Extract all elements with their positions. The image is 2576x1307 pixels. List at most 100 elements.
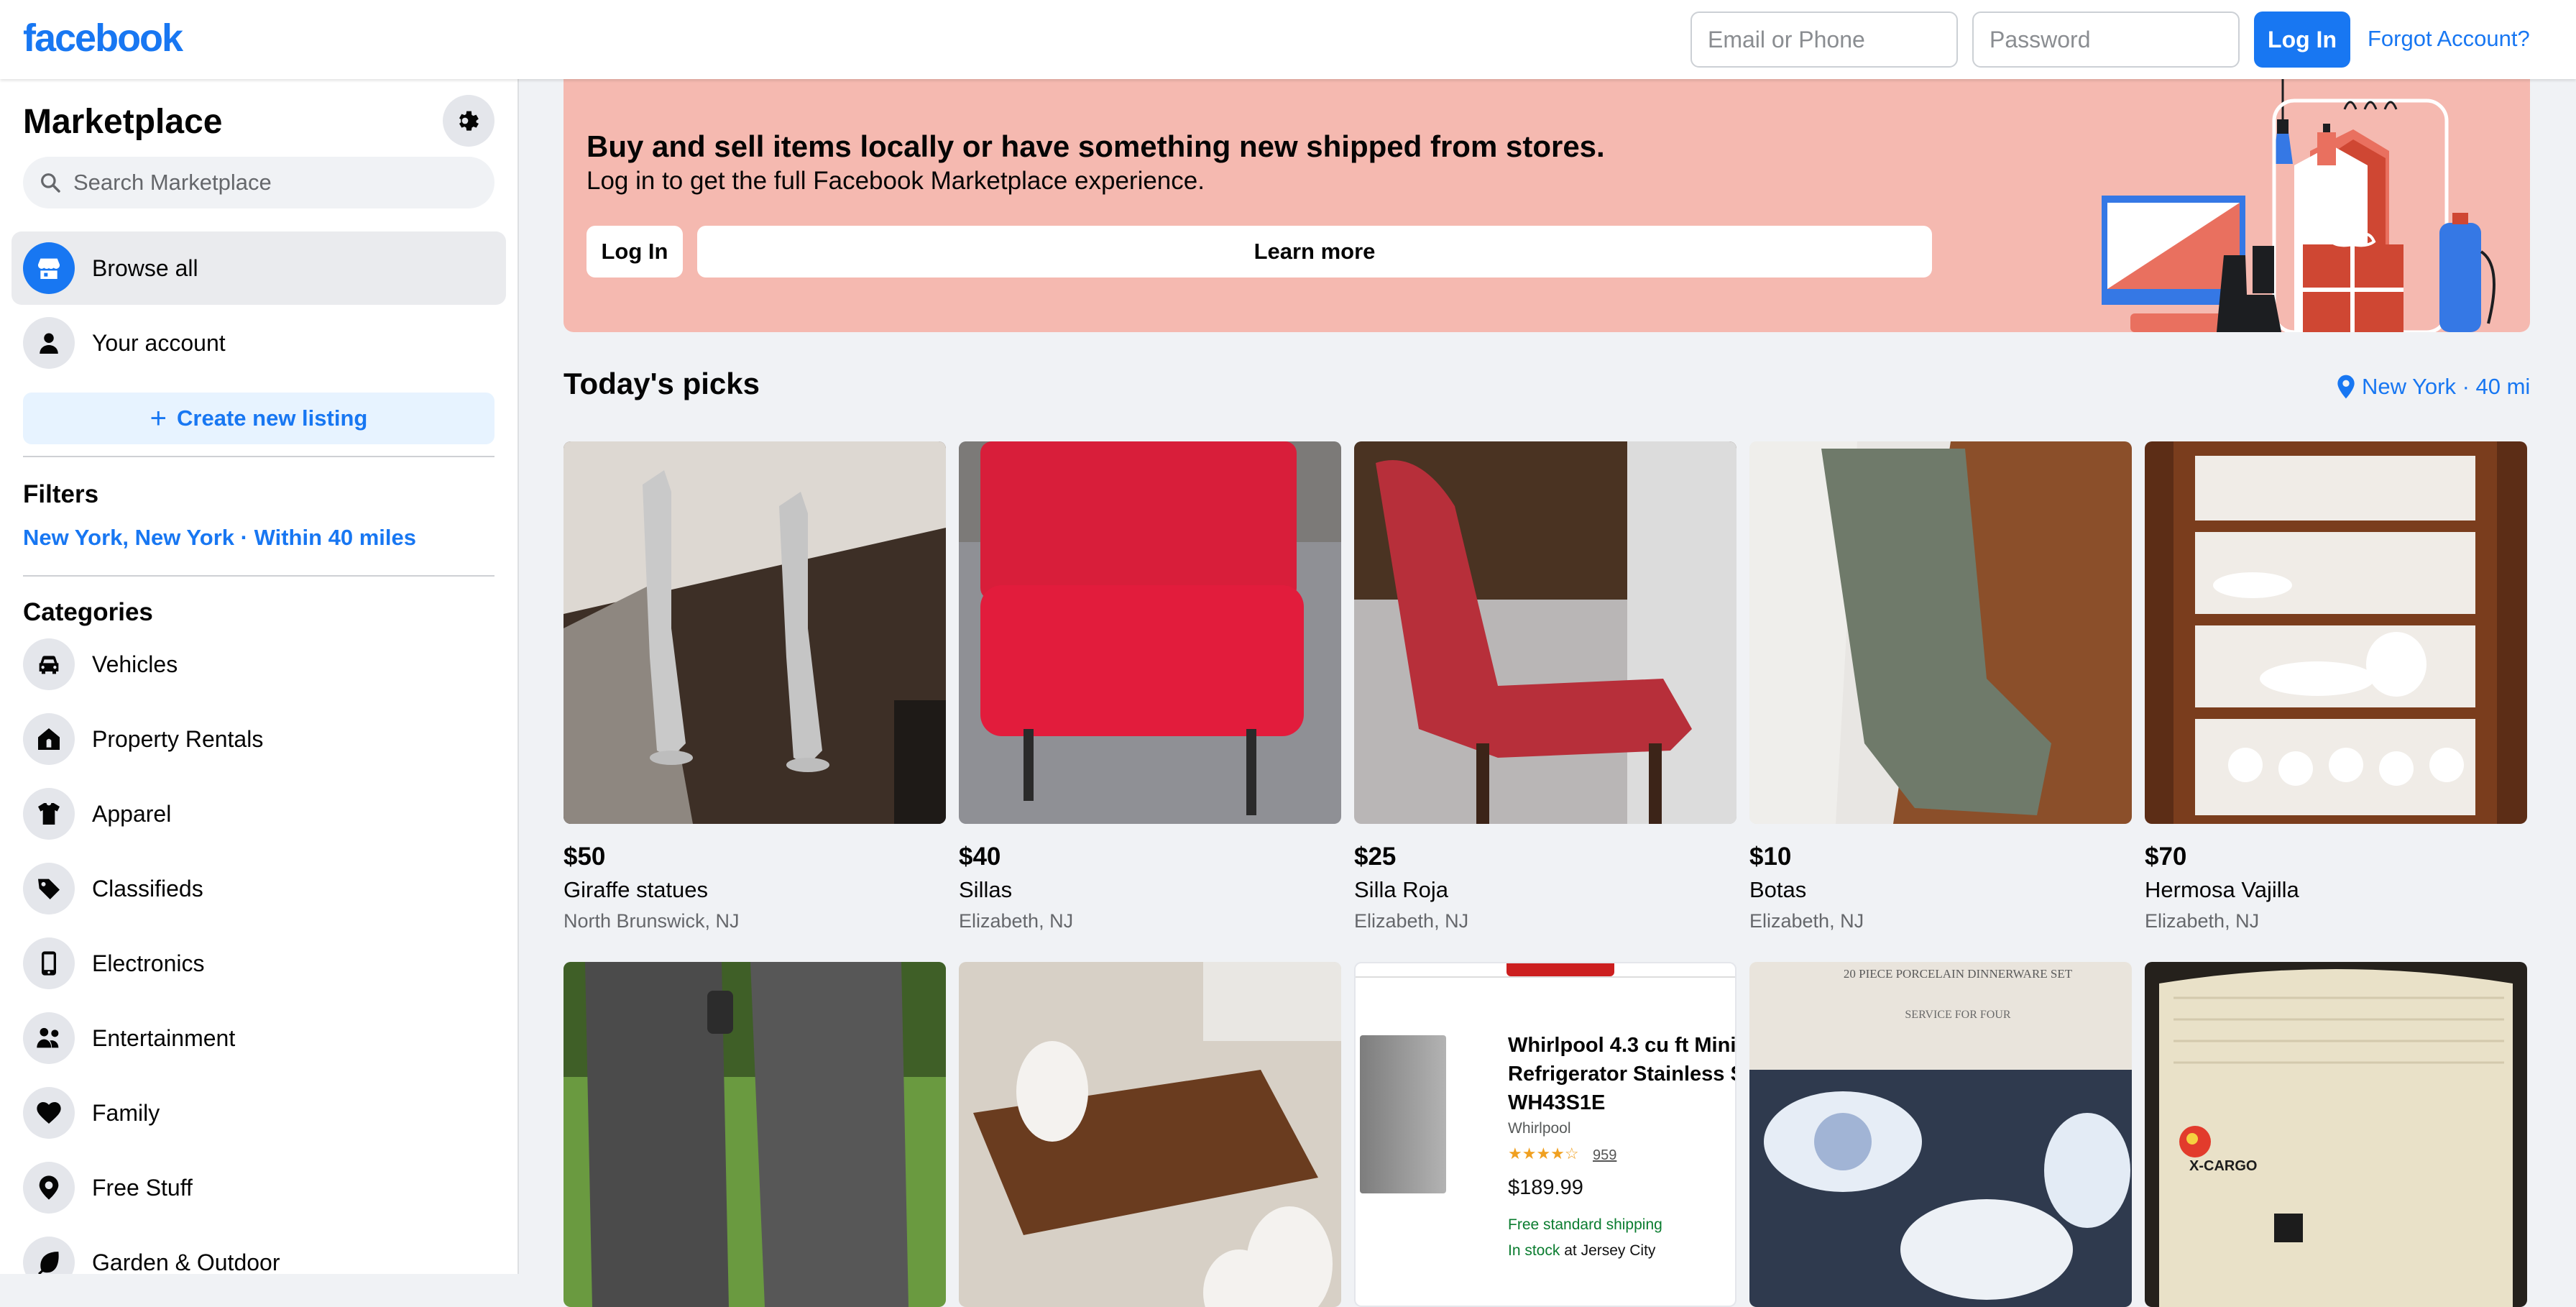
create-listing-label: Create new listing (177, 405, 368, 431)
password-field[interactable] (1972, 12, 2240, 68)
top-bar: facebook Log In Forgot Account? (0, 0, 2576, 79)
location-label: New York · 40 mi (2362, 374, 2531, 399)
listing-title: Giraffe statues (564, 877, 709, 902)
listing-location: North Brunswick, NJ (564, 910, 740, 932)
listing-location: Elizabeth, NJ (959, 910, 1074, 932)
listing-title: Hermosa Vajilla (2145, 877, 2299, 902)
category-classifieds[interactable]: Classifieds (12, 853, 506, 925)
listing-card[interactable] (564, 962, 946, 1307)
tag-icon (23, 863, 75, 914)
forgot-account-link[interactable]: Forgot Account? (2368, 26, 2530, 52)
listing-card[interactable]: Whirlpool 4.3 cu ft Mini Refrigerator St… (1354, 962, 1736, 1307)
location-pin-icon (2337, 375, 2355, 399)
sale-badge (1506, 963, 1614, 976)
banner-subtext: Log in to get the full Facebook Marketpl… (586, 167, 1205, 195)
listing-price: $70 (2145, 843, 2187, 871)
category-vehicles[interactable]: Vehicles (12, 628, 506, 700)
category-garden-outdoor[interactable]: Garden & Outdoor (12, 1226, 506, 1274)
listing-image (564, 962, 946, 1307)
nav-label: Your account (92, 329, 226, 356)
listing-card[interactable]: $70 Hermosa Vajilla Elizabeth, NJ (2145, 441, 2527, 932)
divider (1356, 976, 1735, 978)
svg-text:$: $ (47, 738, 52, 747)
gear-icon (459, 111, 479, 131)
listing-image (564, 441, 946, 824)
settings-button[interactable] (443, 95, 494, 147)
listing-price: $40 (959, 843, 1001, 871)
heart-icon (23, 1087, 75, 1139)
listing-price: $50 (564, 843, 606, 871)
learn-more-button[interactable]: Learn more (697, 226, 1932, 278)
leaf-icon (23, 1237, 75, 1274)
divider (23, 575, 494, 577)
listing-image (959, 441, 1341, 824)
category-electronics[interactable]: Electronics (12, 927, 506, 999)
category-label: Free Stuff (92, 1174, 193, 1201)
listing-card[interactable]: 20 PIECE PORCELAIN DINNERWARE SET SERVIC… (1749, 962, 2132, 1307)
plus-icon: + (150, 402, 167, 434)
location-link[interactable]: New York · 40 mi (2336, 374, 2530, 400)
promo-banner: Buy and sell items locally or have somet… (564, 79, 2530, 332)
listing-title: Sillas (959, 877, 1013, 902)
listing-title: Botas (1749, 877, 1807, 902)
nav-your-account[interactable]: Your account (12, 306, 506, 380)
shirt-icon (23, 788, 75, 840)
search-input[interactable] (72, 169, 477, 196)
product-image (1360, 1035, 1446, 1193)
product-price: $189.99 (1508, 1176, 1583, 1199)
car-icon (23, 638, 75, 690)
category-free-stuff[interactable]: Free Stuff (12, 1152, 506, 1224)
category-entertainment[interactable]: Entertainment (12, 1002, 506, 1074)
nav-label: Browse all (92, 254, 198, 281)
email-field[interactable] (1690, 12, 1958, 68)
page-title: Marketplace (23, 103, 223, 141)
listing-card[interactable]: X-CARGO (2145, 962, 2527, 1307)
listing-image (2145, 441, 2527, 824)
nav-browse-all[interactable]: Browse all (12, 231, 506, 305)
listing-image (1749, 441, 2132, 824)
listing-location: Elizabeth, NJ (1354, 910, 1469, 932)
listing-location: Elizabeth, NJ (2145, 910, 2260, 932)
phone-icon (23, 937, 75, 989)
listing-title: Silla Roja (1354, 877, 1448, 902)
listing-price: $25 (1354, 843, 1397, 871)
filters-heading: Filters (23, 480, 99, 508)
product-title: Whirlpool 4.3 cu ft Mini Refrigerator St… (1508, 1034, 1736, 1114)
category-label: Electronics (92, 950, 205, 976)
divider (23, 456, 494, 457)
category-label: Apparel (92, 800, 172, 827)
review-count[interactable]: 959 (1593, 1147, 1616, 1164)
box-text: 20 PIECE PORCELAIN DINNERWARE SET (1844, 967, 2073, 981)
create-listing-button[interactable]: + Create new listing (23, 393, 494, 444)
category-label: Vehicles (92, 651, 178, 677)
section-title: Today's picks (564, 367, 760, 400)
listing-image (1354, 441, 1736, 824)
free-tag-icon (23, 1162, 75, 1214)
category-label: Family (92, 1099, 160, 1126)
listing-image (959, 962, 1341, 1307)
listing-card[interactable] (959, 962, 1341, 1307)
search-icon (41, 173, 60, 193)
listing-card[interactable]: $50 Giraffe statues North Brunswick, NJ (564, 441, 946, 932)
shipping-info: Free standard shipping (1508, 1216, 1662, 1233)
listing-card[interactable]: $10 Botas Elizabeth, NJ (1749, 441, 2132, 932)
box-text: SERVICE FOR FOUR (1905, 1009, 2011, 1021)
listing-image: X-CARGO (2145, 962, 2527, 1307)
people-icon (23, 1012, 75, 1064)
category-property-rentals[interactable]: $ Property Rentals (12, 703, 506, 775)
search-bar[interactable] (23, 157, 494, 208)
category-family[interactable]: Family (12, 1077, 506, 1149)
category-label: Property Rentals (92, 725, 264, 752)
banner-login-button[interactable]: Log In (586, 226, 683, 278)
category-label: Classifieds (92, 875, 203, 902)
category-apparel[interactable]: Apparel (12, 778, 506, 850)
listing-location: Elizabeth, NJ (1749, 910, 1864, 932)
facebook-logo[interactable]: facebook (23, 16, 183, 60)
storefront-icon (23, 242, 75, 294)
brand-text: X-CARGO (2189, 1158, 2257, 1174)
location-filter-link[interactable]: New York, New York · Within 40 miles (23, 525, 416, 551)
listing-card[interactable]: $40 Sillas Elizabeth, NJ (959, 441, 1341, 932)
listing-card[interactable]: $25 Silla Roja Elizabeth, NJ (1354, 441, 1736, 932)
product-brand: Whirlpool (1508, 1120, 1571, 1137)
login-button[interactable]: Log In (2254, 12, 2350, 68)
